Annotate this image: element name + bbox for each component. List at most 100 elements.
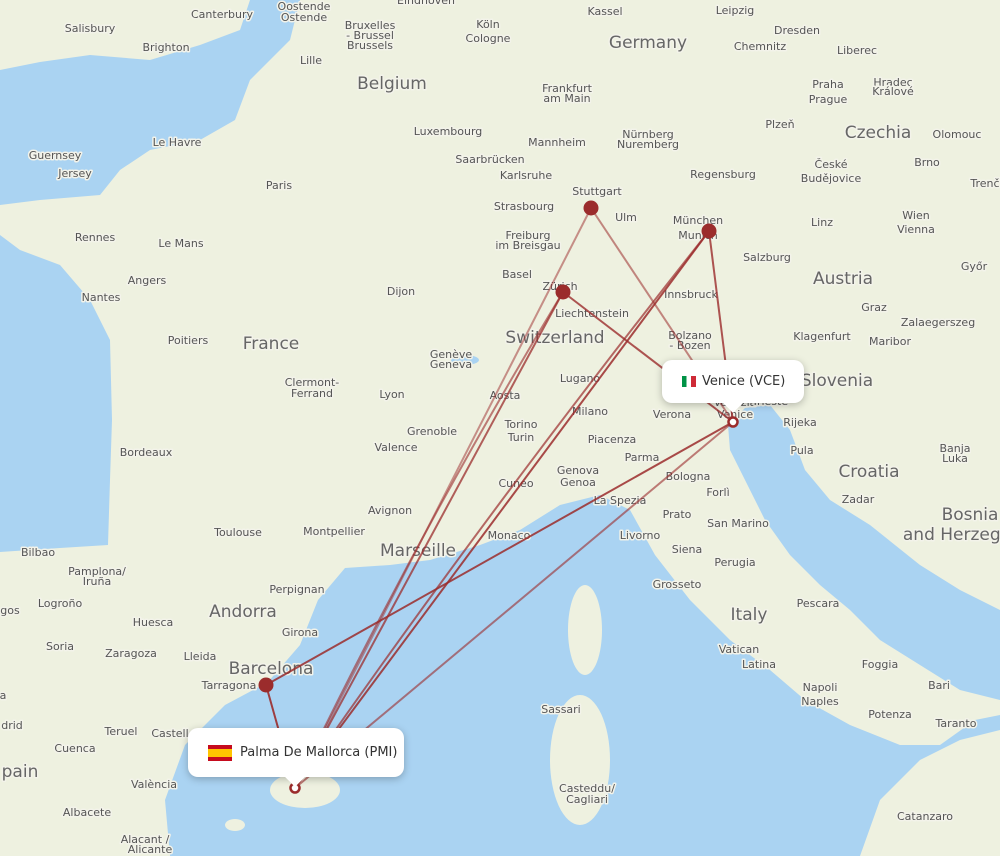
place-label: Wien xyxy=(902,209,929,222)
airport-marker[interactable] xyxy=(583,200,599,216)
place-label: Tarragona xyxy=(201,679,257,692)
place-label: Nantes xyxy=(82,291,121,304)
place-label: Stuttgart xyxy=(572,185,622,198)
place-label: gos xyxy=(0,604,20,617)
place-label: Catanzaro xyxy=(897,810,953,823)
place-label: Livorno xyxy=(620,529,661,542)
place-label: Trenč xyxy=(969,177,999,190)
place-label: San Marino xyxy=(707,517,769,530)
place-label: Graz xyxy=(861,301,887,314)
region-label: and Herzego xyxy=(903,525,1000,545)
place-label: Klagenfurt xyxy=(793,330,851,343)
place-label: Iruña xyxy=(83,575,111,588)
place-label: Napoli xyxy=(803,681,838,694)
place-label: am Main xyxy=(543,92,590,105)
place-label: München xyxy=(673,214,723,227)
region-label: Slovenia xyxy=(801,371,873,391)
place-label: Logroño xyxy=(38,597,83,610)
origin-popup[interactable]: Palma De Mallorca (PMI) xyxy=(188,728,404,777)
place-label: Karlsruhe xyxy=(500,169,553,182)
place-label: Ferrand xyxy=(291,387,333,400)
place-label: Rijeka xyxy=(783,416,816,429)
place-label: Zalaegerszeg xyxy=(901,316,975,329)
place-label: Huesca xyxy=(133,616,174,629)
place-label: Prato xyxy=(663,508,692,521)
place-label: - Bozen xyxy=(669,339,710,352)
place-label: Plzeň xyxy=(765,118,794,131)
menorca xyxy=(225,819,245,831)
place-label: Ulm xyxy=(615,211,637,224)
place-label: Budějovice xyxy=(801,172,862,185)
place-label: Guernsey xyxy=(29,149,82,162)
place-label: Cagliari xyxy=(566,793,608,806)
place-label: Montpellier xyxy=(303,525,365,538)
airport-marker[interactable] xyxy=(701,223,717,239)
place-label: Olomouc xyxy=(933,128,982,141)
place-label: València xyxy=(131,778,177,791)
place-label: Canterbury xyxy=(191,8,253,21)
place-label: Kassel xyxy=(587,5,622,18)
place-label: Dijon xyxy=(387,285,415,298)
destination-popup[interactable]: Venice (VCE) xyxy=(662,360,804,403)
place-label: Luxembourg xyxy=(414,125,483,138)
selected-airport-marker[interactable] xyxy=(727,416,739,428)
place-label: a xyxy=(0,689,6,702)
place-label: Angers xyxy=(128,274,167,287)
region-label: Andorra xyxy=(209,602,277,622)
italy-flag-icon xyxy=(682,376,696,387)
region-label: Marseille xyxy=(380,541,456,561)
place-label: Köln xyxy=(476,18,499,31)
place-label: Salisbury xyxy=(65,22,116,35)
place-label: Verona xyxy=(653,408,691,421)
place-label: Piacenza xyxy=(588,433,637,446)
place-label: Perpignan xyxy=(269,583,324,596)
place-label: Liberec xyxy=(837,44,877,57)
place-label: Cuneo xyxy=(498,477,533,490)
route-map[interactable]: SalisburyCanterburyBrightonOostendeOsten… xyxy=(0,0,1000,856)
place-label: Parma xyxy=(625,451,660,464)
place-label: Brussels xyxy=(347,39,393,52)
place-label: Alicante xyxy=(128,843,173,856)
airport-marker[interactable] xyxy=(258,677,274,693)
place-label: Potenza xyxy=(868,708,912,721)
place-label: Valence xyxy=(374,441,417,454)
place-label: Leipzig xyxy=(716,4,755,17)
airport-marker[interactable] xyxy=(555,284,571,300)
place-label: Paris xyxy=(266,179,292,192)
place-label: Pescara xyxy=(797,597,840,610)
place-label: Geneva xyxy=(430,358,472,371)
place-label: Praha xyxy=(812,78,843,91)
place-label: České xyxy=(815,158,848,171)
place-label: Saarbrücken xyxy=(455,153,524,166)
place-label: Naples xyxy=(801,695,839,708)
place-label: Bilbao xyxy=(21,546,55,559)
place-label: Cologne xyxy=(466,32,511,45)
place-label: Regensburg xyxy=(690,168,756,181)
place-label: Strasbourg xyxy=(494,200,554,213)
place-label: Zadar xyxy=(842,493,875,506)
region-label: Croatia xyxy=(838,462,899,482)
place-label: Forlì xyxy=(706,486,729,499)
place-label: Latina xyxy=(742,658,776,671)
place-label: Toulouse xyxy=(213,526,262,539)
corsica xyxy=(568,585,602,675)
region-label: Germany xyxy=(609,33,687,53)
region-label: France xyxy=(243,334,300,354)
place-label: Győr xyxy=(961,260,988,273)
place-label: Prague xyxy=(809,93,848,106)
place-label: Grosseto xyxy=(653,578,702,591)
place-label: Grenoble xyxy=(407,425,457,438)
region-label: pain xyxy=(2,762,39,782)
place-label: Basel xyxy=(502,268,532,281)
place-label: Linz xyxy=(811,216,833,229)
place-label: Sassari xyxy=(541,703,581,716)
place-label: Albacete xyxy=(63,806,111,819)
place-label: Bordeaux xyxy=(120,446,173,459)
region-label: Czechia xyxy=(845,123,912,143)
region-label: Belgium xyxy=(357,74,427,94)
mallorca xyxy=(270,772,340,808)
place-label: drid xyxy=(1,719,23,732)
place-label: Teruel xyxy=(104,725,138,738)
place-label: Zaragoza xyxy=(105,647,157,660)
region-label: Barcelona xyxy=(229,659,314,679)
